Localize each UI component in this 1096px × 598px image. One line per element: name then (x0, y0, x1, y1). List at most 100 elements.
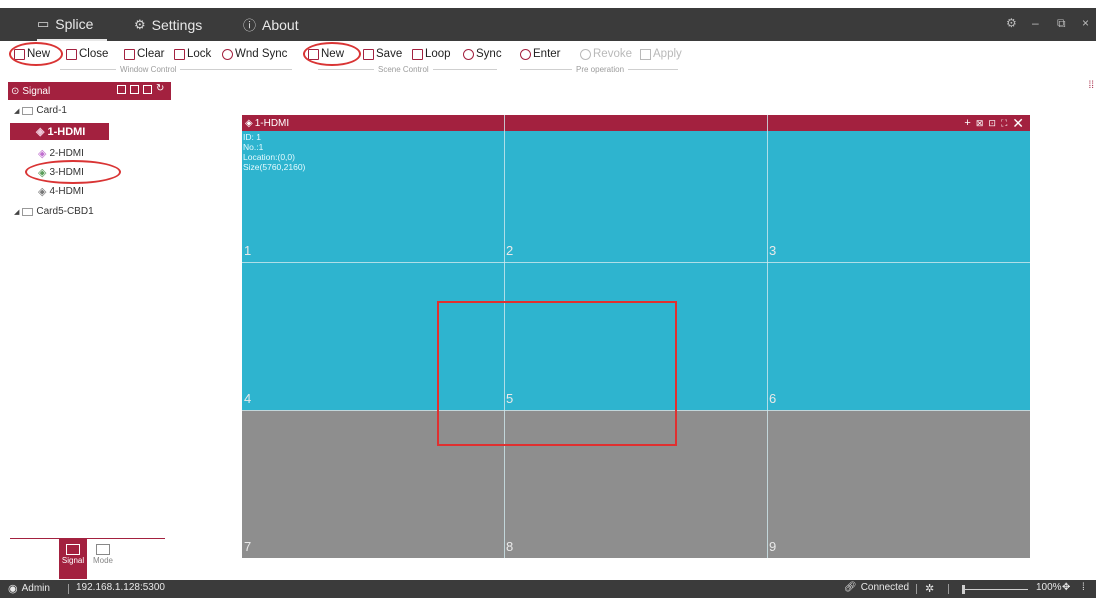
network-icon[interactable]: ✲ (925, 582, 934, 595)
grid-cell-number: 2 (506, 243, 514, 258)
enter-label: Enter (533, 48, 561, 60)
move-icon[interactable]: ✥ (1062, 582, 1070, 593)
signal-panel-header: ⊙ Signal ↻ (8, 82, 171, 100)
scene-control-group-label: Scene Control (318, 65, 497, 74)
clear-icon (124, 48, 135, 60)
lock-button[interactable]: Lock (174, 46, 211, 62)
loop-button[interactable]: Loop (412, 46, 451, 62)
clear-button[interactable]: Clear (124, 46, 164, 62)
refresh-icon (463, 48, 474, 60)
close-label: Close (79, 48, 109, 60)
apply-label: Apply (653, 48, 682, 60)
layout-icon[interactable]: ⁞ (1082, 582, 1085, 593)
tab-about[interactable]: ⓘ About (243, 8, 299, 41)
signal-item-1-hdmi[interactable]: ◈ 1-HDMI (10, 123, 109, 140)
grid-menu-icon[interactable]: ⁞⁞ (1088, 80, 1094, 91)
close-icon[interactable]: ✕ (1012, 115, 1024, 132)
wnd-sync-button[interactable]: Wnd Sync (222, 46, 287, 62)
close-window-tool-button[interactable]: Close (66, 46, 108, 62)
enter-icon (520, 48, 531, 60)
sync-label: Sync (476, 48, 502, 60)
expand-arrow-icon[interactable]: ◢ (14, 208, 19, 216)
grid-cell-number: 3 (769, 243, 777, 258)
chevron-down-circle-icon[interactable]: ⊙ (11, 86, 19, 97)
window-info-no: No.:1 (243, 142, 264, 152)
status-separator (948, 584, 949, 594)
minimize-button[interactable]: – (1032, 16, 1039, 30)
grid-divider (767, 115, 768, 558)
annotation-selection-rectangle (437, 301, 677, 446)
tree-card-1[interactable]: ◢ Card-1 (14, 105, 67, 116)
toolbar: New Close Clear Lock Wnd Sync Window Con… (0, 41, 1096, 77)
zoom-slider-track[interactable] (962, 589, 1028, 590)
server-address: 192.168.1.128:5300 (76, 582, 165, 593)
user-name: Admin (21, 583, 50, 594)
window-info-location: Location:(0,0) (243, 152, 295, 162)
revoke-label: Revoke (593, 48, 632, 60)
tab-splice[interactable]: ▭ Splice (37, 8, 107, 41)
wnd-sync-label: Wnd Sync (235, 48, 288, 60)
signal-window-titlebar[interactable]: ◈ 1-HDMI + ⊠ ⊡ ⛶ ✕ (242, 115, 1030, 131)
status-separator (68, 584, 69, 594)
grid-cell-number: 1 (244, 243, 252, 258)
card-icon (22, 106, 34, 115)
align-icon[interactable]: ⊠ (976, 118, 984, 129)
sync-icon (222, 48, 233, 60)
tree-card-5[interactable]: ◢ Card5-CBD1 (14, 206, 94, 217)
grid-view-icon[interactable] (130, 85, 139, 94)
signal-header-label: Signal (22, 85, 51, 97)
signal-item-label: 4-HDMI (49, 186, 84, 197)
save-button[interactable]: Save (363, 46, 402, 62)
card-icon (22, 207, 34, 216)
annotation-oval-3-hdmi (25, 160, 121, 184)
enter-button[interactable]: Enter (520, 46, 561, 62)
link-icon: 🔗︎ (844, 582, 857, 593)
save-label: Save (376, 48, 403, 60)
apply-icon (640, 48, 651, 60)
status-bar: ◉ Admin 192.168.1.128:5300 🔗︎ Connected … (0, 580, 1096, 598)
signal-panel: ⊙ Signal ↻ ◢ Card-1 ◈ 1-HDMI ◈ 2-HDMI ◈ … (0, 78, 178, 579)
tab-mode[interactable]: Mode (89, 539, 117, 579)
tab-mode-label: Mode (92, 556, 113, 565)
crop-icon[interactable]: ⊡ (988, 118, 996, 129)
signal-window-title: 1-HDMI (254, 117, 290, 129)
panel-bottom-tabs: Signal Mode (10, 538, 165, 579)
signal-item-4-hdmi[interactable]: ◈ 4-HDMI (38, 185, 84, 198)
zoom-slider-thumb[interactable] (962, 585, 965, 594)
expand-arrow-icon[interactable]: ◢ (14, 107, 19, 115)
close-window-button[interactable]: × (1082, 16, 1089, 30)
signal-item-2-hdmi[interactable]: ◈ 2-HDMI (38, 147, 84, 160)
signal-item-label: 2-HDMI (49, 148, 84, 159)
settings-gear-icon[interactable]: ⚙ (1006, 16, 1017, 30)
grid-cell-number: 6 (769, 391, 777, 406)
lock-icon (174, 48, 185, 60)
fullscreen-icon[interactable]: ⛶ (1001, 118, 1007, 129)
zoom-level: 100% (1036, 582, 1062, 593)
tab-signal[interactable]: Signal (59, 539, 87, 579)
grid-divider (242, 262, 1030, 263)
list-view-icon[interactable] (143, 85, 152, 94)
restore-button[interactable]: ⧉ (1057, 16, 1066, 31)
signal-icon: ◈ (38, 148, 47, 160)
signal-icon: ◈ (36, 126, 45, 138)
video-wall-canvas[interactable]: ◈ 1-HDMI + ⊠ ⊡ ⛶ ✕ ID: 1 No.:1 Location:… (242, 115, 1030, 558)
user-indicator[interactable]: ◉ Admin (8, 582, 50, 595)
single-view-icon[interactable] (117, 85, 126, 94)
signal-item-label: 1-HDMI (47, 125, 86, 138)
grid-cell-number: 4 (244, 391, 252, 406)
tab-about-label: About (262, 16, 299, 33)
grid-cell-number: 7 (244, 539, 252, 554)
loop-label: Loop (425, 48, 451, 60)
add-icon[interactable]: + (964, 117, 970, 129)
save-icon (363, 48, 374, 60)
refresh-list-icon[interactable]: ↻ (156, 84, 165, 94)
tree-card-5-label: Card5-CBD1 (36, 206, 94, 217)
sync-button[interactable]: Sync (463, 46, 502, 62)
loop-icon (412, 48, 423, 60)
apply-button[interactable]: Apply (640, 46, 682, 62)
revoke-button[interactable]: Revoke (580, 46, 632, 62)
tab-settings[interactable]: ⚙ Settings (134, 8, 202, 41)
annotation-oval-new-window (9, 42, 63, 66)
grid-cell-number: 8 (506, 539, 514, 554)
status-separator (916, 584, 917, 594)
